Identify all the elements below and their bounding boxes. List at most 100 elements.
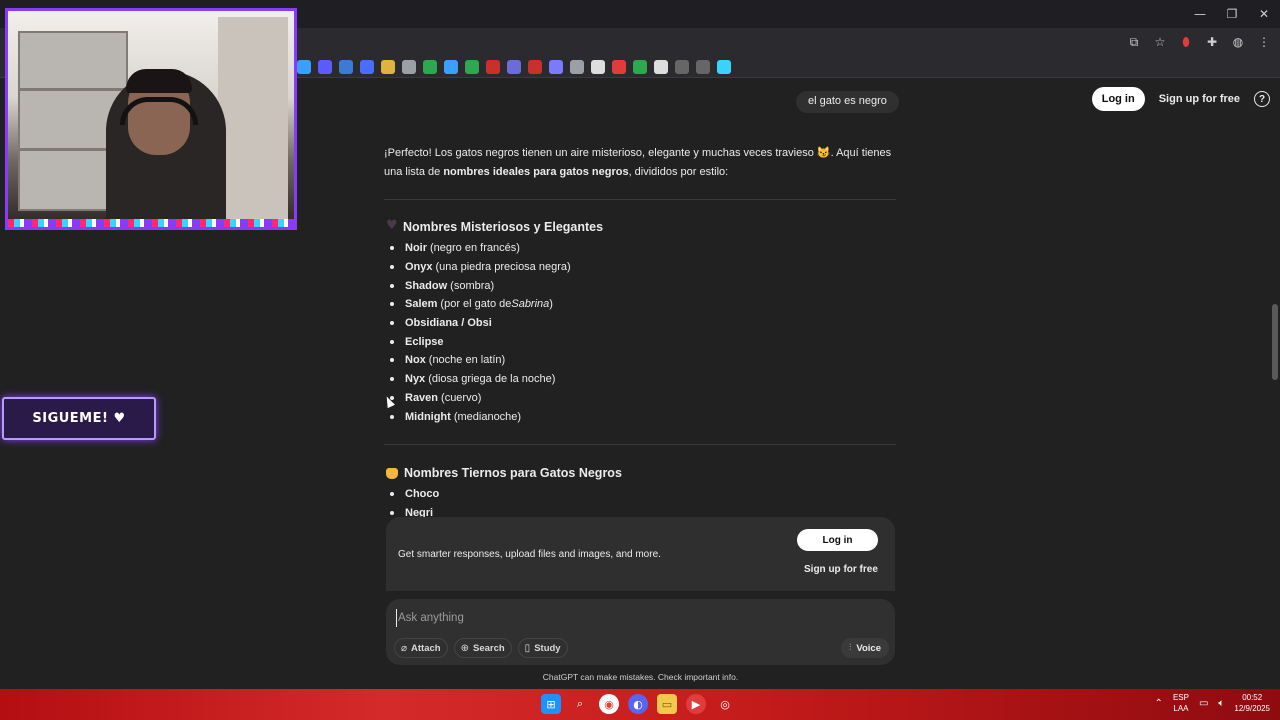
bullet — [390, 492, 394, 497]
bullet — [390, 265, 394, 270]
list-item: Nox (noche en latín) — [390, 351, 890, 370]
media-icon[interactable]: ▶ — [686, 694, 706, 714]
promo-login-button[interactable]: Log in — [797, 529, 878, 551]
search-icon[interactable]: ⌕ — [570, 694, 590, 714]
language-indicator[interactable]: ESP LAA — [1173, 692, 1189, 714]
scrollbar-thumb[interactable] — [1272, 304, 1278, 380]
search-button[interactable]: ⊕ Search — [453, 638, 512, 658]
lang-bottom: LAA — [1173, 704, 1189, 713]
cat-name: Choco — [405, 488, 440, 501]
study-button[interactable]: ▯ Study — [517, 638, 568, 658]
bookmark-favicon-icon[interactable] — [402, 60, 416, 74]
discord-icon[interactable]: ◐ — [628, 694, 648, 714]
header-actions: Log in Sign up for free ? — [1091, 87, 1270, 111]
webcam-overlay — [5, 8, 297, 230]
system-tray: ⌃ ESP LAA ▭ 🔈︎ 00:52 12/9/2025 — [1155, 692, 1270, 714]
bookmark-favicon-icon[interactable] — [423, 60, 437, 74]
cat-name-desc-end: ) — [549, 298, 553, 311]
clock[interactable]: 00:52 12/9/2025 — [1234, 692, 1270, 714]
star-icon[interactable]: ☆ — [1150, 32, 1170, 52]
bullet — [390, 377, 394, 382]
bullet — [390, 358, 394, 363]
menu-icon[interactable]: ⋮ — [1254, 32, 1274, 52]
bookmark-favicon-icon[interactable] — [360, 60, 374, 74]
bookmark-favicon-icon[interactable] — [528, 60, 542, 74]
list-item: Salem (por el gato de Sabrina) — [390, 295, 890, 314]
monitor-icon[interactable]: ▭ — [1199, 698, 1208, 709]
speaker-icon[interactable]: 🔈︎ — [1218, 698, 1224, 709]
list-item: Nyx (diosa griega de la noche) — [390, 370, 890, 389]
extension-red-icon[interactable]: ⬮ — [1176, 32, 1196, 52]
assistant-intro: ¡Perfecto! Los gatos negros tienen un ai… — [384, 144, 896, 182]
obs-icon[interactable]: ◎ — [715, 694, 735, 714]
close-button[interactable]: ✕ — [1248, 0, 1280, 28]
profile-icon[interactable]: ◍ — [1228, 32, 1248, 52]
bookmark-favicon-icon[interactable] — [591, 60, 605, 74]
cat-name-desc: (sombra) — [450, 279, 495, 292]
clock-time: 00:52 — [1242, 693, 1263, 702]
chrome-icon[interactable]: ◉ — [599, 694, 619, 714]
start-icon[interactable]: ⊞ — [541, 694, 561, 714]
attach-button[interactable]: ⌀ Attach — [394, 638, 448, 658]
cat-name: Shadow — [405, 279, 448, 292]
bookmark-favicon-icon[interactable] — [486, 60, 500, 74]
bookmark-favicon-icon[interactable] — [612, 60, 626, 74]
signup-button[interactable]: Sign up for free — [1155, 87, 1244, 111]
chevron-up-icon[interactable]: ⌃ — [1155, 698, 1163, 709]
composer-tools: ⌀ Attach ⊕ Search ▯ Study — [394, 638, 568, 658]
cat-name: Noir — [405, 242, 427, 255]
cat-name: Obsidiana / Obsi — [405, 317, 492, 330]
bookmark-favicon-icon[interactable] — [297, 60, 311, 74]
bookmark-favicon-icon[interactable] — [696, 60, 710, 74]
puzzle-icon[interactable]: ✚ — [1202, 32, 1222, 52]
bookmark-favicon-icon[interactable] — [717, 60, 731, 74]
help-icon[interactable]: ? — [1254, 91, 1270, 107]
section-title-misteriosos: Nombres Misteriosos y Elegantes — [386, 218, 603, 234]
divider — [384, 199, 896, 200]
bookmark-favicon-icon[interactable] — [318, 60, 332, 74]
taskbar-apps: ⊞ ⌕ ◉ ◐ ▭ ▶ ◎ — [541, 694, 735, 714]
bookmark-favicon-icon[interactable] — [465, 60, 479, 74]
door — [218, 17, 288, 222]
bookmark-favicon-icon[interactable] — [633, 60, 647, 74]
bookmark-favicon-icon[interactable] — [381, 60, 395, 74]
minimize-button[interactable]: — — [1184, 0, 1216, 28]
lang-top: ESP — [1172, 693, 1189, 702]
disclaimer: ChatGPT can make mistakes. Check importa… — [542, 672, 739, 682]
folder-icon[interactable]: ▭ — [657, 694, 677, 714]
voice-button[interactable]: ⫶ Voice — [841, 638, 889, 658]
attach-label: Attach — [411, 642, 441, 654]
login-button[interactable]: Log in — [1091, 87, 1145, 111]
section-title-text: Nombres Tiernos para Gatos Negros — [404, 466, 622, 480]
translate-icon[interactable]: ⧉ — [1124, 32, 1144, 52]
cat-name-desc: (diosa griega de la noche) — [428, 373, 556, 386]
restore-button[interactable]: ❐ — [1216, 0, 1248, 28]
cat-name-desc-italic: Sabrina — [511, 298, 550, 311]
list-item: Midnight (medianoche) — [390, 407, 890, 426]
bookmark-favicon-icon[interactable] — [570, 60, 584, 74]
bookmark-favicon-icon[interactable] — [654, 60, 668, 74]
cat-name: Nyx — [405, 373, 426, 386]
cat-name-desc: (por el gato de — [440, 298, 512, 311]
screen: — ❐ ✕ ⧉ ☆ ⬮ ✚ ◍ ⋮ Log in Sign up for fre… — [0, 0, 1280, 720]
bookmark-favicon-icon[interactable] — [339, 60, 353, 74]
paperclip-icon: ⌀ — [401, 642, 408, 654]
bookmark-favicon-icon[interactable] — [549, 60, 563, 74]
promo-signup-button[interactable]: Sign up for free — [804, 564, 878, 575]
bullet — [390, 321, 394, 326]
cat-name: Onyx — [405, 261, 433, 274]
bookmark-icons — [297, 60, 731, 74]
cat-name-desc: (noche en latín) — [428, 354, 506, 367]
intro-text-end: , divididos por estilo: — [628, 166, 729, 178]
search-label: Search — [472, 642, 505, 654]
taskbar: ⊞ ⌕ ◉ ◐ ▭ ▶ ◎ ⌃ ESP LAA ▭ 🔈︎ 00:52 12/9/… — [0, 689, 1280, 720]
waveform-icon: ⫶ — [849, 643, 852, 653]
bookmark-favicon-icon[interactable] — [507, 60, 521, 74]
bullet — [390, 414, 394, 419]
study-label: Study — [534, 642, 561, 654]
bullet — [390, 246, 394, 251]
bookmark-favicon-icon[interactable] — [444, 60, 458, 74]
cat-face-icon — [386, 467, 398, 479]
bookmark-favicon-icon[interactable] — [675, 60, 689, 74]
prompt-input[interactable] — [396, 609, 776, 627]
